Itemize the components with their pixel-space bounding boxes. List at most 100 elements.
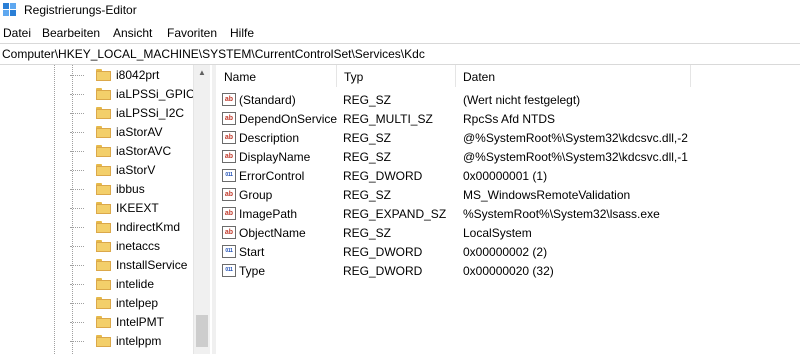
- column-header-type[interactable]: Typ: [337, 65, 456, 87]
- string-value-icon: ab: [222, 93, 236, 106]
- tree-connector: [70, 132, 84, 133]
- tree-item[interactable]: iaLPSSi_GPIO: [70, 85, 206, 104]
- menu-edit[interactable]: Bearbeiten: [42, 26, 100, 40]
- value-name: ImagePath: [239, 207, 298, 221]
- tree-item[interactable]: iaStorAVC: [70, 142, 206, 161]
- tree-item[interactable]: iaLPSSi_I2C: [70, 104, 206, 123]
- value-data: 0x00000002 (2): [463, 245, 548, 259]
- scroll-thumb[interactable]: [196, 315, 208, 347]
- binary-value-icon: 011: [222, 245, 236, 258]
- folder-icon: [96, 202, 111, 214]
- tree-item-label: intelide: [116, 277, 155, 291]
- tree-item[interactable]: intelide: [70, 275, 206, 294]
- tree-item-label: iaStorAV: [116, 125, 163, 139]
- value-row[interactable]: 011 Start REG_DWORD 0x00000002 (2): [217, 242, 800, 261]
- value-type: REG_DWORD: [343, 264, 423, 278]
- value-row[interactable]: 011 Type REG_DWORD 0x00000020 (32): [217, 261, 800, 280]
- value-name: Start: [239, 245, 265, 259]
- tree-connector: [70, 151, 84, 152]
- folder-icon: [96, 69, 111, 81]
- tree-connector: [70, 322, 84, 323]
- string-value-icon: ab: [222, 112, 236, 125]
- tree-item[interactable]: iaStorV: [70, 161, 206, 180]
- pane-splitter[interactable]: [212, 65, 216, 354]
- value-row[interactable]: 011 ErrorControl REG_DWORD 0x00000001 (1): [217, 166, 800, 185]
- tree-item[interactable]: IndirectKmd: [70, 218, 206, 237]
- folder-icon: [96, 107, 111, 119]
- folder-icon: [96, 297, 111, 309]
- tree-item[interactable]: i8042prt: [70, 66, 206, 85]
- tree-item[interactable]: IntelPMT: [70, 313, 206, 332]
- tree-connector: [70, 284, 84, 285]
- address-path[interactable]: Computer\HKEY_LOCAL_MACHINE\SYSTEM\Curre…: [2, 47, 425, 61]
- value-data: RpcSs Afd NTDS: [463, 112, 556, 126]
- tree-item-label: IntelPMT: [116, 315, 165, 329]
- tree-item[interactable]: IKEEXT: [70, 199, 206, 218]
- menu-view[interactable]: Ansicht: [113, 26, 152, 40]
- value-data: 0x00000001 (1): [463, 169, 548, 183]
- value-type: REG_SZ: [343, 131, 392, 145]
- tree-connector: [70, 265, 84, 266]
- value-row[interactable]: ab DisplayName REG_SZ @%SystemRoot%\System3…: [217, 147, 800, 166]
- tree-item[interactable]: InstallService: [70, 256, 206, 275]
- tree-connector: [70, 75, 84, 76]
- folder-icon: [96, 335, 111, 347]
- tree-item[interactable]: inetaccs: [70, 237, 206, 256]
- folder-icon: [96, 164, 111, 176]
- column-header-name[interactable]: Name: [217, 65, 337, 87]
- menu-favorites[interactable]: Favoriten: [167, 26, 217, 40]
- folder-icon: [96, 316, 111, 328]
- tree-item-label: iaLPSSi_GPIO: [116, 87, 196, 101]
- value-data: MS_WindowsRemoteValidation: [463, 188, 631, 202]
- folder-icon: [96, 145, 111, 157]
- window-title: Registrierungs-Editor: [24, 3, 137, 17]
- value-name: (Standard): [239, 93, 296, 107]
- value-row[interactable]: ab Description REG_SZ @%SystemRoot%\System3…: [217, 128, 800, 147]
- menu-help[interactable]: Hilfe: [230, 26, 254, 40]
- tree-scrollbar[interactable]: ▲: [193, 65, 210, 354]
- value-row[interactable]: ab Group REG_SZ MS_WindowsRemoteValidation: [217, 185, 800, 204]
- tree-item[interactable]: ibbus: [70, 180, 206, 199]
- value-data: 0x00000020 (32): [463, 264, 554, 278]
- value-type: REG_SZ: [343, 150, 392, 164]
- scroll-up-arrow-icon[interactable]: ▲: [194, 65, 210, 81]
- tree-item-label: iaStorV: [116, 163, 156, 177]
- folder-icon: [96, 183, 111, 195]
- value-row[interactable]: ab DependOnService REG_MULTI_SZ RpcSs Afd N…: [217, 109, 800, 128]
- value-row[interactable]: ab ImagePath REG_EXPAND_SZ %SystemRoot%\Sys…: [217, 204, 800, 223]
- tree-item-label: i8042prt: [116, 68, 160, 82]
- tree-guide-line: [72, 65, 73, 354]
- tree-connector: [70, 113, 84, 114]
- value-row[interactable]: ab ObjectName REG_SZ LocalSystem: [217, 223, 800, 242]
- string-value-icon: ab: [222, 207, 236, 220]
- value-name: DisplayName: [239, 150, 311, 164]
- folder-icon: [96, 278, 111, 290]
- value-name: ErrorControl: [239, 169, 305, 183]
- folder-icon: [96, 88, 111, 100]
- tree-item-label: inetaccs: [116, 239, 161, 253]
- value-data: LocalSystem: [463, 226, 532, 240]
- folder-icon: [96, 126, 111, 138]
- tree-item-label: iaStorAVC: [116, 144, 172, 158]
- value-data: @%SystemRoot%\System32\kdcsvc.dll,-1: [463, 150, 688, 164]
- tree-item[interactable]: iaStorAV: [70, 123, 206, 142]
- tree-item[interactable]: intelppm: [70, 332, 206, 351]
- address-bar[interactable]: Computer\HKEY_LOCAL_MACHINE\SYSTEM\Curre…: [0, 43, 800, 65]
- binary-value-icon: 011: [222, 169, 236, 182]
- key-tree[interactable]: i8042prt iaLPSSi_GPIO iaLPSSi_I2C iaStorAV i…: [0, 65, 210, 354]
- value-row[interactable]: ab (Standard) REG_SZ (Wert nicht festgelegt…: [217, 90, 800, 109]
- value-type: REG_SZ: [343, 226, 392, 240]
- string-value-icon: ab: [222, 188, 236, 201]
- values-list[interactable]: Name Typ Daten ab (Standard) REG_SZ (Wert n…: [217, 65, 800, 354]
- binary-value-icon: 011: [222, 264, 236, 277]
- tree-connector: [70, 94, 84, 95]
- menu-file[interactable]: Datei: [3, 26, 31, 40]
- tree-item-label: iaLPSSi_I2C: [116, 106, 185, 120]
- value-name: DependOnService: [239, 112, 338, 126]
- tree-connector: [70, 227, 84, 228]
- tree-item-label: intelppm: [116, 334, 162, 348]
- column-header-data[interactable]: Daten: [456, 65, 691, 87]
- value-type: REG_DWORD: [343, 169, 423, 183]
- tree-item[interactable]: intelpep: [70, 294, 206, 313]
- tree-item-label: IKEEXT: [116, 201, 159, 215]
